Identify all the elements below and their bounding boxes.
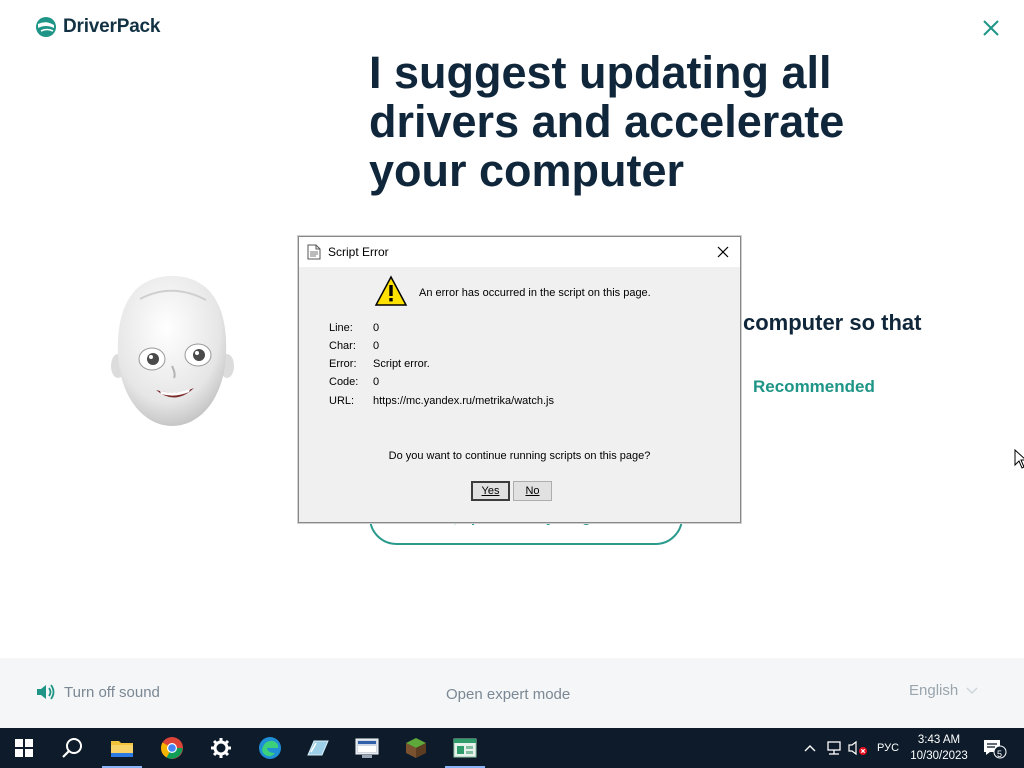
taskbar-search-button[interactable] — [48, 728, 96, 768]
field-key: URL: — [329, 395, 355, 407]
open-expert-mode-link[interactable]: Open expert mode — [446, 686, 570, 703]
start-button[interactable] — [0, 728, 48, 768]
field-value: 0 — [373, 322, 380, 334]
speaker-icon — [37, 684, 55, 700]
chevron-up-icon — [804, 745, 816, 752]
taskbar: РУС 3:43 AM 10/30/2023 5 — [0, 728, 1024, 768]
avatar — [110, 274, 235, 439]
language-label: English — [909, 682, 959, 699]
turn-off-sound-label: Turn off sound — [64, 683, 160, 701]
mouse-cursor-icon — [1014, 449, 1024, 469]
field-key: Line: — [329, 322, 353, 334]
dialog-titlebar[interactable]: Script Error — [299, 237, 740, 267]
network-status-button[interactable] — [822, 728, 846, 768]
action-center-button[interactable]: 5 — [978, 728, 1010, 768]
field-key: Error: — [329, 358, 357, 370]
dialog-title: Script Error — [328, 245, 389, 259]
driverpack-taskbar-button[interactable] — [441, 728, 489, 768]
input-language-indicator[interactable]: РУС — [872, 728, 904, 768]
field-value: https://mc.yandex.ru/metrika/watch.js — [373, 395, 554, 407]
chrome-taskbar-button[interactable] — [148, 728, 196, 768]
taskbar-clock[interactable]: 3:43 AM 10/30/2023 — [903, 732, 975, 764]
app-taskbar-button-2[interactable] — [343, 728, 391, 768]
field-value: Script error. — [373, 358, 430, 370]
app-icon — [307, 740, 329, 756]
footer-bar: Turn off sound Open expert mode English — [0, 658, 1024, 728]
settings-taskbar-button[interactable] — [197, 728, 245, 768]
chrome-icon — [161, 737, 183, 759]
driverpack-logo-icon — [36, 17, 56, 37]
notification-count-badge: 5 — [997, 749, 1003, 759]
edge-icon — [259, 737, 281, 759]
recommended-label: Recommended — [753, 377, 875, 396]
app-icon-2 — [355, 738, 379, 758]
show-hidden-icons-button[interactable] — [800, 728, 820, 768]
script-error-dialog: Script Error An error has occurred in th… — [298, 236, 741, 523]
close-icon — [717, 246, 729, 258]
field-key: Code: — [329, 376, 359, 388]
windows-start-icon — [15, 739, 33, 757]
volume-muted-icon — [848, 740, 867, 756]
page-headline: I suggest updating all drivers and accel… — [369, 47, 845, 196]
yes-label: Yes — [481, 485, 500, 497]
turn-off-sound-button[interactable]: Turn off sound — [36, 683, 160, 701]
notifications-icon — [984, 740, 1007, 759]
edge-taskbar-button[interactable] — [246, 728, 294, 768]
search-icon — [62, 738, 82, 758]
yes-button[interactable]: Yes — [471, 481, 510, 501]
close-app-button[interactable] — [978, 15, 1004, 41]
field-key: Char: — [329, 340, 356, 352]
volume-button[interactable] — [846, 728, 870, 768]
settings-icon — [211, 738, 231, 758]
subtitle-fragment: computer so that — [743, 310, 922, 335]
language-selector[interactable]: English — [909, 682, 978, 699]
field-value: 0 — [373, 376, 380, 388]
minecraft-icon — [406, 738, 426, 758]
driverpack-taskbar-icon — [453, 738, 477, 758]
file-explorer-icon — [111, 741, 133, 757]
brand-name: DriverPack — [63, 16, 161, 37]
continue-question: Do you want to continue running scripts … — [388, 450, 651, 462]
no-button[interactable]: No — [513, 481, 552, 501]
chevron-down-icon — [966, 686, 978, 694]
close-icon — [983, 20, 999, 36]
file-explorer-taskbar-button[interactable] — [98, 728, 146, 768]
app-taskbar-button[interactable] — [294, 728, 342, 768]
field-value: 0 — [373, 340, 380, 352]
document-icon — [307, 244, 321, 260]
dialog-close-button[interactable] — [712, 242, 734, 262]
logo: DriverPack — [35, 16, 160, 38]
clock-date: 10/30/2023 — [910, 750, 968, 762]
no-label: No — [525, 485, 540, 497]
network-icon — [827, 741, 841, 755]
minecraft-taskbar-button[interactable] — [392, 728, 440, 768]
error-message: An error has occurred in the script on t… — [419, 287, 651, 299]
warning-icon — [374, 275, 408, 306]
clock-time: 3:43 AM — [917, 734, 961, 746]
